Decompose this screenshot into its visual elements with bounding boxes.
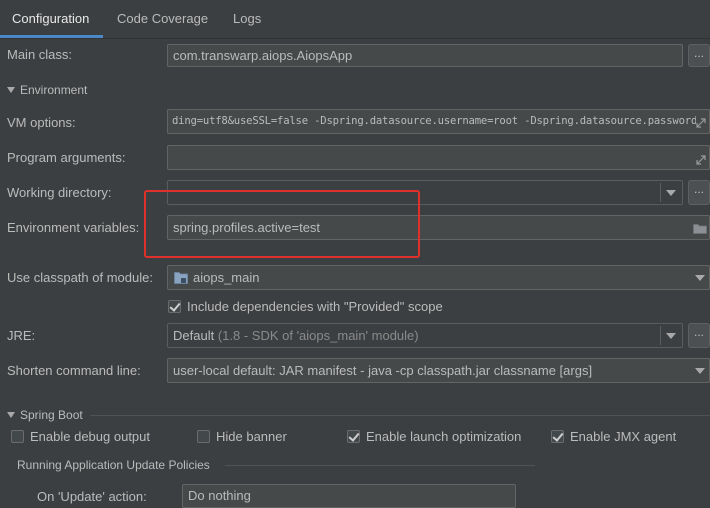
enable-jmx-agent-label: Enable JMX agent	[570, 429, 677, 444]
jre-value: Default	[173, 328, 215, 343]
shorten-command-line-select[interactable]: user-local default: JAR manifest - java …	[167, 358, 710, 383]
working-directory-label: Working directory:	[7, 185, 112, 200]
enable-launch-optimization-checkbox[interactable]	[347, 430, 360, 443]
on-update-action-label: On 'Update' action:	[37, 489, 147, 504]
enable-debug-output-checkbox[interactable]	[11, 430, 24, 443]
on-update-action-value: Do nothing	[188, 488, 251, 503]
classpath-module-label: Use classpath of module:	[7, 270, 153, 285]
browse-label: ...	[693, 325, 704, 339]
browse-label: ...	[693, 182, 704, 196]
jre-select[interactable]: Default (1.8 - SDK of 'aiops_main' modul…	[167, 323, 683, 348]
environment-section-toggle[interactable]: Environment	[7, 83, 87, 97]
working-directory-browse-button[interactable]: ...	[688, 180, 710, 205]
on-update-action-select[interactable]: Do nothing	[182, 484, 516, 508]
tab-code-coverage[interactable]: Code Coverage	[107, 0, 218, 38]
highlight-box	[144, 190, 420, 258]
dropdown-separator	[660, 326, 661, 345]
include-dependencies-label: Include dependencies with "Provided" sco…	[187, 299, 443, 314]
jre-hint: (1.8 - SDK of 'aiops_main' module)	[217, 328, 419, 343]
module-icon	[174, 271, 188, 287]
main-class-browse-button[interactable]: ...	[688, 44, 710, 67]
chevron-down-icon	[7, 411, 15, 418]
shorten-command-line-label: Shorten command line:	[7, 363, 141, 378]
expand-icon[interactable]	[696, 116, 706, 128]
tab-bar: Configuration Code Coverage Logs	[0, 0, 710, 39]
shorten-command-line-value: user-local default: JAR manifest - java …	[173, 363, 593, 378]
section-divider	[90, 415, 710, 416]
jre-browse-button[interactable]: ...	[688, 323, 710, 348]
classpath-module-value: aiops_main	[193, 270, 260, 285]
expand-icon[interactable]	[696, 153, 706, 165]
main-class-field[interactable]: com.transwarp.aiops.AiopsApp	[167, 44, 683, 67]
enable-jmx-agent-checkbox[interactable]	[551, 430, 564, 443]
section-divider	[225, 465, 535, 466]
main-class-label: Main class:	[7, 47, 73, 62]
classpath-module-select[interactable]: aiops_main	[167, 265, 710, 290]
environment-variables-label: Environment variables:	[7, 220, 140, 235]
program-arguments-field[interactable]	[167, 145, 710, 170]
vm-options-label: VM options:	[7, 115, 76, 130]
program-arguments-label: Program arguments:	[7, 150, 126, 165]
vm-options-value: ding=utf8&useSSL=false -Dspring.datasour…	[172, 115, 704, 127]
update-policies-title: Running Application Update Policies	[17, 458, 210, 472]
enable-launch-optimization-label: Enable launch optimization	[366, 429, 522, 444]
enable-debug-output-label: Enable debug output	[30, 429, 150, 444]
main-class-value: com.transwarp.aiops.AiopsApp	[173, 48, 353, 63]
chevron-down-icon[interactable]	[666, 333, 676, 339]
hide-banner-checkbox[interactable]	[197, 430, 210, 443]
tab-configuration[interactable]: Configuration	[2, 0, 99, 38]
dropdown-separator	[660, 183, 661, 202]
browse-label: ...	[693, 46, 704, 60]
chevron-down-icon	[7, 86, 15, 93]
include-dependencies-checkbox[interactable]	[168, 300, 181, 313]
spring-boot-section-label: Spring Boot	[20, 408, 83, 422]
spring-boot-section-toggle[interactable]: Spring Boot	[7, 408, 83, 422]
active-tab-indicator	[0, 35, 103, 38]
hide-banner-label: Hide banner	[216, 429, 287, 444]
tab-logs[interactable]: Logs	[223, 0, 271, 38]
environment-section-label: Environment	[20, 83, 88, 97]
chevron-down-icon[interactable]	[666, 190, 676, 196]
chevron-down-icon	[695, 368, 705, 374]
folder-icon[interactable]	[693, 222, 707, 237]
vm-options-field[interactable]: ding=utf8&useSSL=false -Dspring.datasour…	[167, 109, 710, 134]
chevron-down-icon	[695, 275, 705, 281]
jre-label: JRE:	[7, 328, 36, 343]
